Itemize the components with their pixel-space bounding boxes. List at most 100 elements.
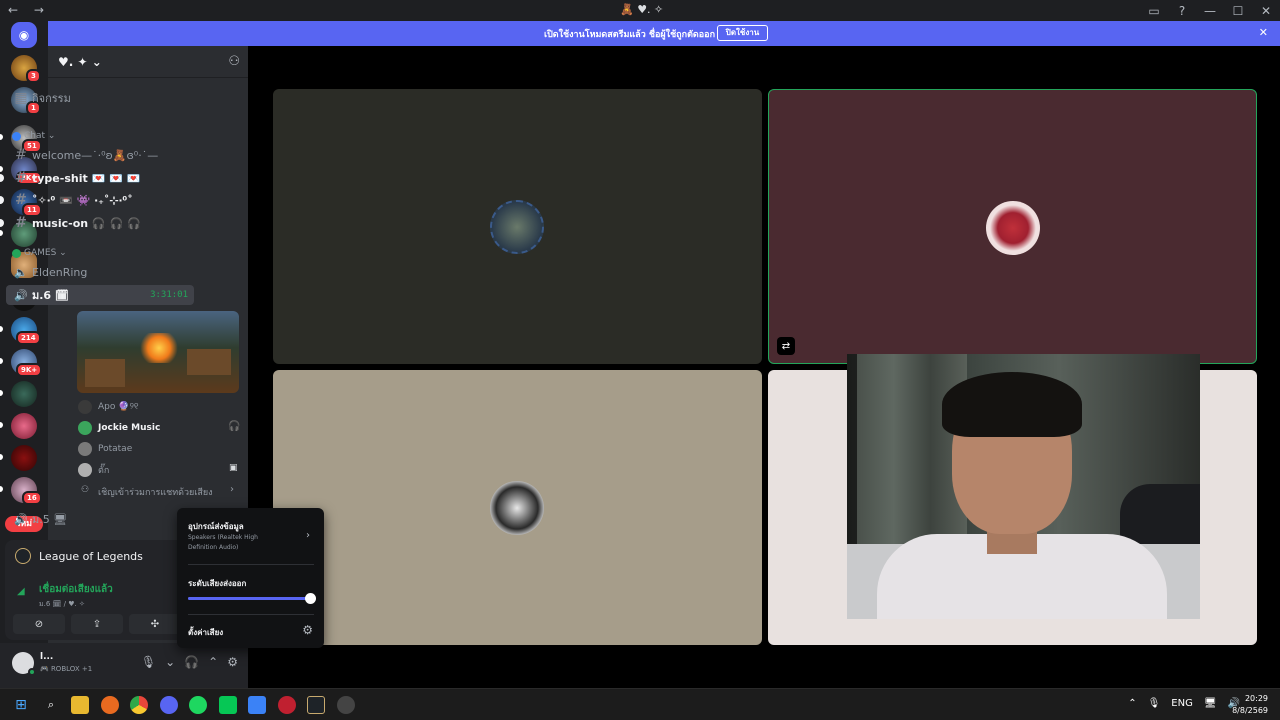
- stream-object: [187, 349, 231, 375]
- chevron-up-icon[interactable]: ⌃: [208, 655, 218, 669]
- close-icon[interactable]: ✕: [1259, 26, 1268, 39]
- discord-icon[interactable]: [160, 696, 178, 714]
- firefox-icon[interactable]: [101, 696, 119, 714]
- network-icon[interactable]: 🖥: [1204, 698, 1217, 709]
- app-icon[interactable]: [248, 696, 266, 714]
- banner-text: เปิดใช้งานโหมดสตรีมแล้ว ชื่อผู้ใช้ถูกตัด…: [544, 30, 716, 40]
- close-window-button[interactable]: ✕: [1252, 0, 1280, 21]
- app-icon[interactable]: [278, 696, 296, 714]
- invite-label: เชิญเข้าร่วมการแชทด้วยเสียง: [98, 488, 213, 498]
- gear-icon[interactable]: ⚙: [227, 655, 238, 669]
- globe-icon: [12, 131, 21, 141]
- output-device-name[interactable]: Speakers (Realtek High Definition Audio): [188, 533, 288, 553]
- output-volume-slider[interactable]: [188, 593, 316, 604]
- category-label: GAMES ⌄: [24, 248, 67, 258]
- globe-icon: [12, 248, 21, 258]
- unread-pill: [0, 358, 3, 364]
- camera-off-button[interactable]: ⊘: [13, 614, 65, 634]
- minimize-button[interactable]: —: [1196, 0, 1224, 21]
- chevron-down-icon[interactable]: ⌄: [165, 655, 175, 669]
- game-name: League of Legends: [39, 549, 143, 563]
- video-tile[interactable]: [273, 370, 762, 645]
- line-icon[interactable]: [219, 696, 237, 714]
- webcam-background: [857, 354, 967, 554]
- voice-action-buttons: ⊘ ⇪ ✣: [13, 614, 181, 634]
- divider: [188, 564, 314, 565]
- microphone-icon[interactable]: 🎙: [141, 655, 156, 669]
- slider-handle[interactable]: [305, 593, 316, 604]
- voice-user-name: ตั๊ก: [98, 466, 110, 476]
- voice-user[interactable]: Potatae: [78, 439, 132, 459]
- avatar: [78, 421, 92, 435]
- disable-streamer-mode-button[interactable]: ปิดใช้งาน: [717, 25, 768, 41]
- league-client-icon[interactable]: [307, 696, 325, 714]
- clock-time: 20:29: [1244, 694, 1268, 703]
- screen-share-button[interactable]: ⇪: [71, 614, 123, 634]
- app-icon[interactable]: [337, 696, 355, 714]
- search-icon[interactable]: ⌕: [42, 696, 60, 714]
- voice-settings-label[interactable]: ตั้งค่าเสียง: [188, 626, 223, 639]
- chevron-up-icon[interactable]: ⌃: [1128, 698, 1136, 709]
- current-game[interactable]: League of Legends: [15, 548, 143, 564]
- gear-icon[interactable]: ⚙: [302, 623, 313, 637]
- channel-label: welcome—˙‧⁰ʚ🧸ɞ⁰‧˙—: [32, 148, 159, 162]
- chevron-right-icon[interactable]: ›: [306, 530, 310, 541]
- output-device-popup: อุปกรณ์ส่งข้อมูล Speakers (Realtek High …: [177, 508, 324, 648]
- help-icon[interactable]: ?: [1168, 0, 1196, 21]
- category-games[interactable]: GAMES ⌄: [12, 248, 67, 258]
- windows-start-icon[interactable]: ⊞: [12, 696, 30, 714]
- file-explorer-icon[interactable]: [71, 696, 89, 714]
- channel-music-on[interactable]: # music-on 🎧 🎧 🎧: [0, 213, 194, 233]
- stream-object: [139, 333, 179, 363]
- webcam-feed[interactable]: [847, 354, 1200, 619]
- voice-channel-m6[interactable]: 🔊 ม.6 🗓 3:31:01: [6, 285, 194, 305]
- discord-home-icon[interactable]: ◉: [11, 22, 37, 48]
- microphone-icon[interactable]: 🎙: [1148, 698, 1161, 709]
- add-member-icon[interactable]: ⚇: [228, 54, 240, 69]
- inbox-icon[interactable]: ▭: [1140, 0, 1168, 21]
- category-chat[interactable]: Chat ⌄: [12, 131, 55, 141]
- invite-to-voice-link[interactable]: ⚇ เชิญเข้าร่วมการแชทด้วยเสียง: [78, 482, 213, 502]
- calendar-icon: ▦: [14, 90, 28, 106]
- channel-welcome[interactable]: # welcome—˙‧⁰ʚ🧸ɞ⁰‧˙—: [6, 145, 194, 165]
- participant-avatar: [490, 481, 544, 535]
- activity-label: กิจกรรม: [32, 92, 71, 105]
- back-forward-icon[interactable]: ← →: [8, 3, 50, 17]
- speaker-icon: 🔊: [14, 288, 28, 302]
- online-status-dot: [28, 668, 36, 676]
- clock[interactable]: 20:29 8/8/2569: [1232, 693, 1268, 717]
- channel-type-shit[interactable]: # type-shit 💌 💌 💌: [0, 168, 194, 188]
- activity-link[interactable]: ▦ กิจกรรม: [6, 88, 194, 108]
- system-tray: ⌃ 🎙 ENG 🖥 🔊: [1128, 698, 1240, 709]
- voice-channel-path: ม.6 🗓 / ♥︎. ✧: [39, 600, 85, 608]
- channel-label: type-shit 💌 💌 💌: [32, 171, 141, 185]
- headphones-icon[interactable]: 🎧: [184, 655, 199, 669]
- channel-emoji[interactable]: # ˚✧‧⁰ 📼 👾 ‧₊˚⊹‧⁰˚: [0, 190, 194, 210]
- guild-header[interactable]: ♥︎. ✦ ⌄ ⚇: [48, 46, 248, 78]
- avatar: [78, 400, 92, 414]
- category-label: Chat ⌄: [24, 131, 56, 141]
- server-icon[interactable]: [11, 413, 37, 439]
- voice-channel-eldenring[interactable]: 🔈 EldenRing: [6, 262, 194, 282]
- activities-button[interactable]: ✣: [129, 614, 181, 634]
- server-icon[interactable]: [11, 445, 37, 471]
- stream-preview[interactable]: [77, 311, 239, 393]
- maximize-button[interactable]: ☐: [1224, 0, 1252, 21]
- chrome-icon[interactable]: [130, 696, 148, 714]
- voice-status[interactable]: ◢ เชื่อมต่อเสียงแล้ว ม.6 🗓 / ♥︎. ✧: [17, 582, 113, 610]
- participant-avatar: [490, 200, 544, 254]
- language-indicator[interactable]: ENG: [1171, 698, 1193, 709]
- video-tile[interactable]: [273, 89, 762, 364]
- hashtag-icon: #: [15, 215, 27, 231]
- spotify-icon[interactable]: [189, 696, 207, 714]
- window-title: 🧸 ♥︎. ✧: [620, 3, 664, 16]
- server-icon[interactable]: [11, 381, 37, 407]
- channel-label: EldenRing: [32, 265, 88, 279]
- windows-taskbar: ⊞ ⌕ ⌃ 🎙 ENG 🖥 🔊 20:29 8/8/2569: [0, 688, 1280, 720]
- voice-user[interactable]: Apo 🔮୨୧: [78, 397, 139, 417]
- voice-channel-m5[interactable]: 🔊 ม.5 🖥: [6, 509, 126, 529]
- hashtag-icon: #: [15, 192, 27, 208]
- video-tile[interactable]: ⇄: [768, 89, 1257, 364]
- voice-user[interactable]: Jockie Music: [78, 418, 160, 438]
- voice-user[interactable]: ตั๊ก: [78, 460, 109, 480]
